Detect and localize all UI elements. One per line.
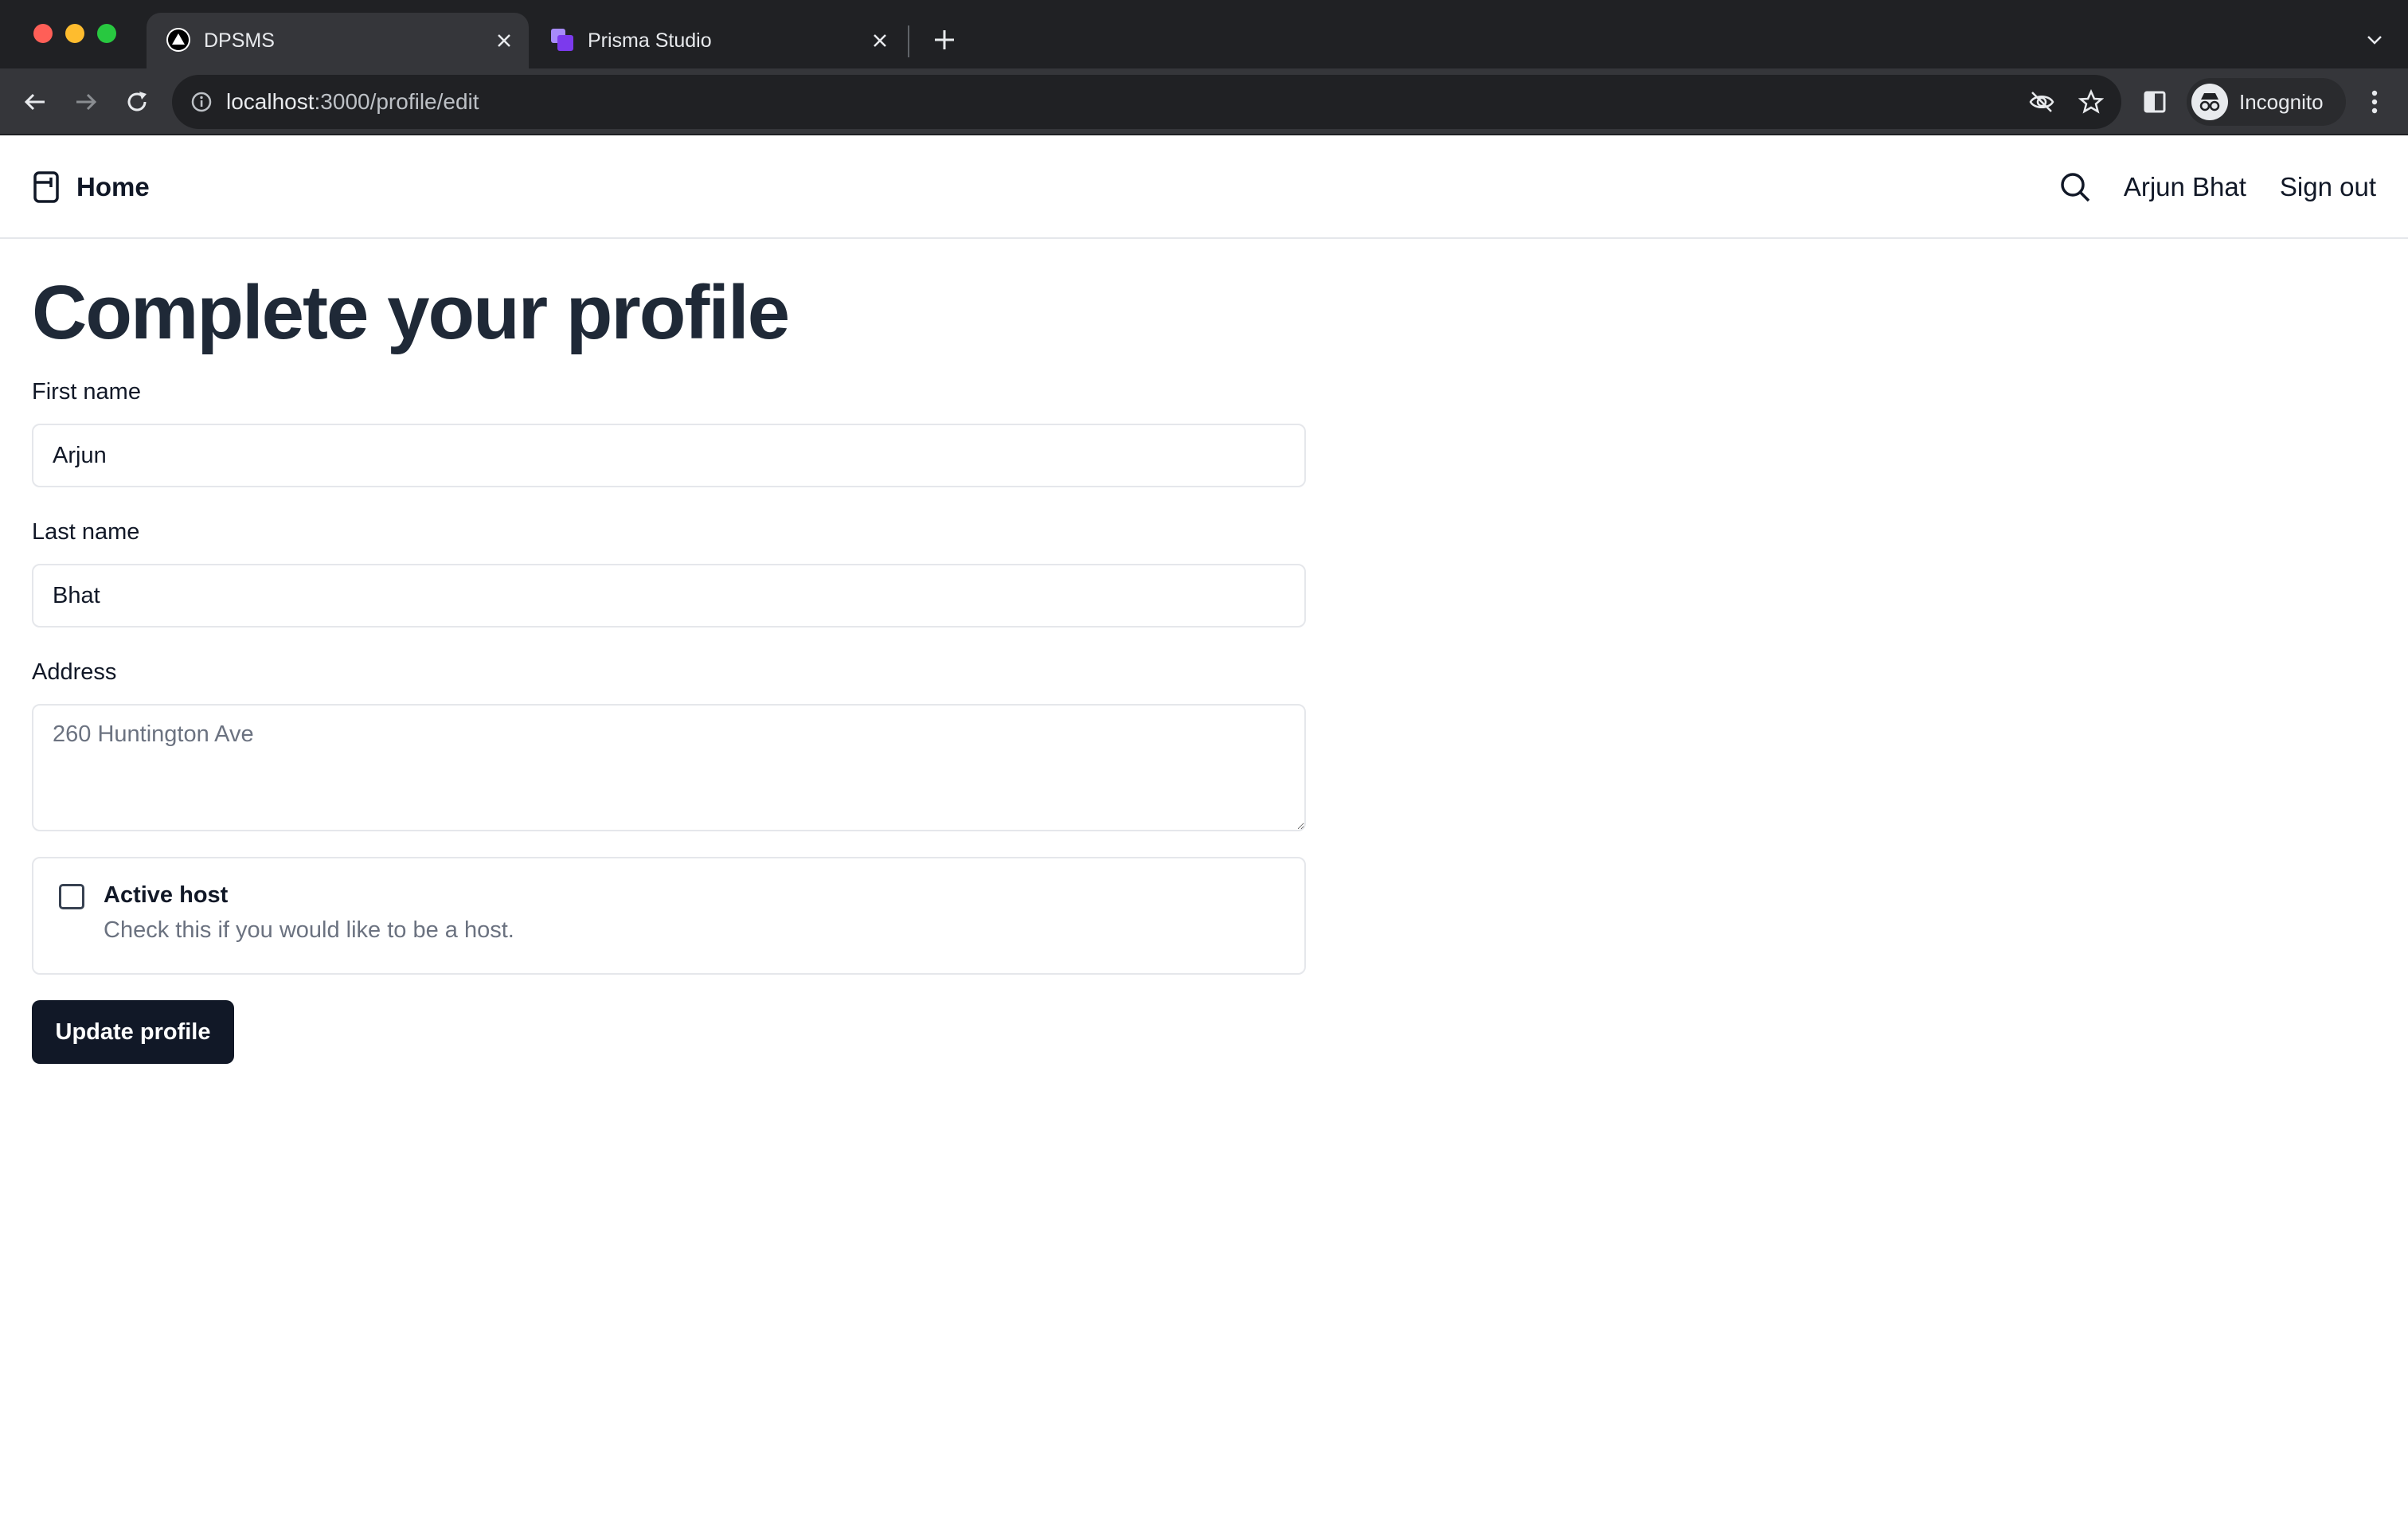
close-icon[interactable]: [866, 27, 893, 54]
incognito-profile-button[interactable]: Incognito: [2187, 78, 2346, 126]
arrow-right-icon: [76, 93, 97, 111]
tab-dpsms[interactable]: DPSMS: [147, 13, 529, 68]
prisma-studio-icon: [549, 27, 575, 53]
door-icon: [32, 170, 61, 204]
side-panel-button[interactable]: [2137, 84, 2172, 119]
address-label: Address: [32, 659, 117, 685]
last-name-label: Last name: [32, 519, 140, 545]
address-bar[interactable]: localhost:3000/profile/edit: [172, 75, 2121, 129]
incognito-icon: [2191, 84, 2228, 120]
active-host-label[interactable]: Active host: [104, 882, 228, 909]
info-icon[interactable]: [188, 88, 215, 115]
triangle-logo-icon: [166, 27, 191, 53]
active-host-help-text: Check this if you would like to be a hos…: [104, 917, 514, 943]
window-minimize-button[interactable]: [65, 24, 84, 43]
incognito-label: Incognito: [2239, 89, 2324, 114]
window-zoom-button[interactable]: [97, 24, 116, 43]
site-header: Home Arjun Bhat Sign out: [0, 135, 2408, 239]
active-host-checkbox[interactable]: [59, 884, 84, 909]
close-icon[interactable]: [491, 27, 518, 54]
home-link[interactable]: Home: [32, 169, 150, 205]
tab-prisma-studio[interactable]: Prisma Studio: [530, 13, 905, 68]
first-name-label: First name: [32, 379, 141, 405]
window-close-button[interactable]: [33, 24, 53, 43]
side-panel-icon: [2144, 91, 2166, 113]
eye-slash-icon[interactable]: [2027, 88, 2056, 116]
url-path: :3000/profile/edit: [314, 89, 479, 114]
address-field[interactable]: [32, 704, 1306, 831]
tab-title: DPSMS: [204, 29, 275, 52]
back-button[interactable]: [18, 84, 53, 119]
page-title: Complete your profile: [32, 270, 790, 355]
star-icon[interactable]: [2077, 88, 2105, 116]
active-host-card: Active host Check this if you would like…: [32, 857, 1306, 975]
search-icon[interactable]: [2058, 170, 2092, 204]
browser-tabstrip: DPSMS Prisma Studio: [0, 0, 2408, 68]
update-profile-button[interactable]: Update profile: [32, 1000, 234, 1064]
user-profile-link[interactable]: Arjun Bhat: [2124, 172, 2246, 202]
last-name-field[interactable]: [32, 564, 1306, 627]
new-tab-button[interactable]: [928, 24, 960, 56]
tab-title: Prisma Studio: [588, 29, 712, 52]
tab-divider: [908, 25, 909, 57]
first-name-field[interactable]: [32, 424, 1306, 487]
reload-button[interactable]: [119, 84, 154, 119]
tab-search-button[interactable]: [2360, 25, 2389, 54]
forward-button[interactable]: [68, 84, 104, 119]
url-host: localhost: [226, 89, 315, 114]
home-label: Home: [76, 172, 150, 201]
url-text[interactable]: localhost:3000/profile/edit: [226, 88, 479, 116]
header-nav: Arjun Bhat Sign out: [2058, 167, 2376, 207]
plus-icon: [935, 30, 954, 49]
browser-menu-button[interactable]: [2357, 84, 2392, 119]
sign-out-link[interactable]: Sign out: [2280, 172, 2376, 202]
arrow-left-icon: [24, 93, 45, 111]
browser-toolbar: localhost:3000/profile/edit Incognito: [0, 68, 2408, 135]
kebab-menu-icon: [2371, 90, 2378, 114]
chevron-down-icon: [2367, 36, 2382, 45]
reload-icon: [127, 92, 147, 111]
